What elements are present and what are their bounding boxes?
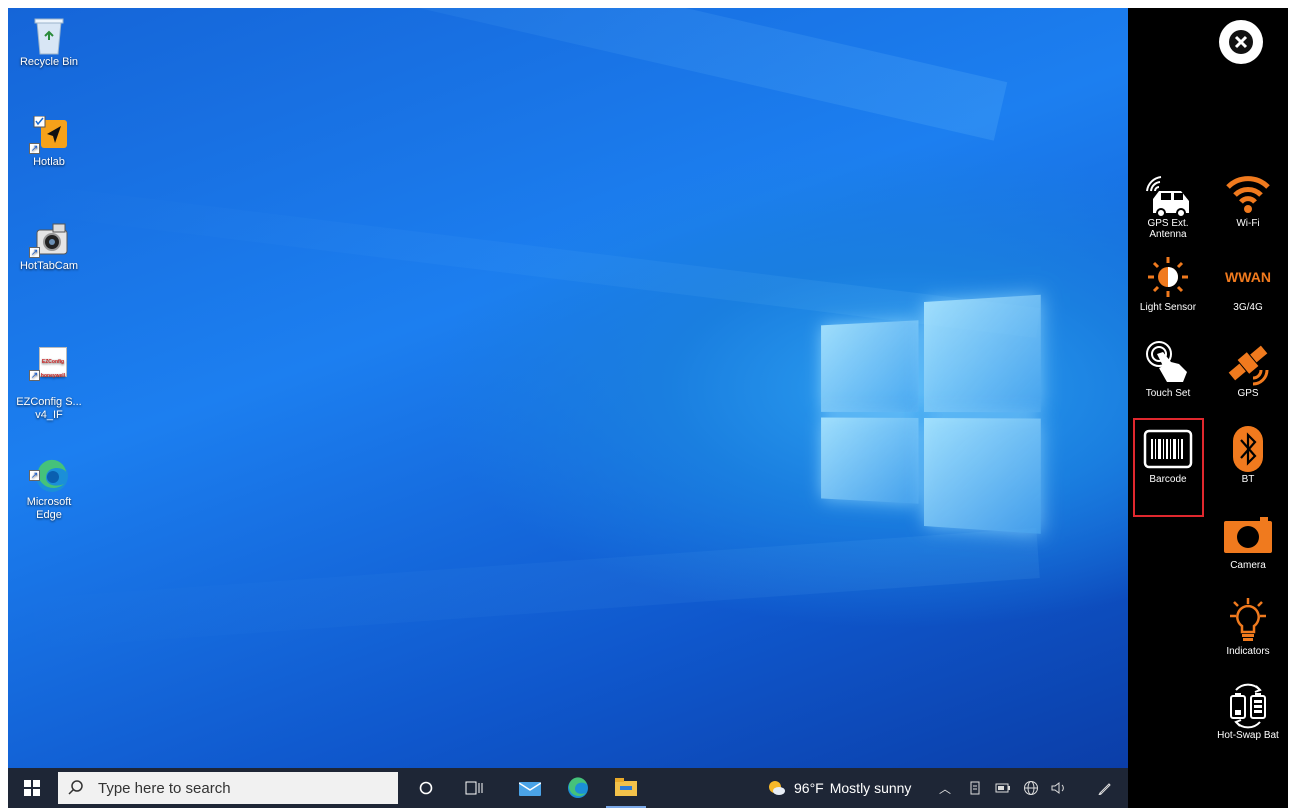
tile-wifi[interactable]: Wi-Fi xyxy=(1212,168,1284,244)
desktop-icon-label: Microsoft Edge xyxy=(27,496,72,521)
taskbar: Type here to search 96°F Mostly sunny ︿ xyxy=(8,768,1128,808)
camera-icon xyxy=(1222,515,1274,555)
tile-camera[interactable]: Camera xyxy=(1212,510,1284,586)
network-icon xyxy=(1023,780,1039,796)
desktop-icon-hotlab[interactable]: ↗ Hotlab xyxy=(12,116,86,169)
gps-antenna-car-icon xyxy=(1141,169,1195,217)
barcode-icon xyxy=(1143,429,1193,469)
file-explorer-taskbar-button[interactable] xyxy=(606,768,646,808)
weather-condition: Mostly sunny xyxy=(830,780,912,796)
shortcut-arrow-icon: ↗ xyxy=(29,370,40,381)
ezconfig-badge-bottom: honeywell xyxy=(40,373,66,380)
satellite-icon xyxy=(1223,338,1273,388)
tile-gps[interactable]: GPS xyxy=(1212,338,1284,414)
battery-icon xyxy=(995,783,1011,793)
tile-label: BT xyxy=(1212,474,1284,485)
tile-indicators[interactable]: Indicators xyxy=(1212,596,1284,672)
tile-label: Indicators xyxy=(1212,646,1284,657)
shortcut-arrow-icon: ↗ xyxy=(29,143,40,154)
edge-taskbar-button[interactable] xyxy=(558,768,598,808)
tile-label: GPS xyxy=(1212,388,1284,399)
tablet-mode-button[interactable] xyxy=(964,768,986,808)
tile-touch-set[interactable]: Touch Set xyxy=(1132,338,1204,414)
bluetooth-icon xyxy=(1232,425,1264,473)
tile-label: Wi-Fi xyxy=(1212,218,1284,229)
close-icon xyxy=(1226,27,1256,57)
shortcut-arrow-icon: ↗ xyxy=(29,247,40,258)
tile-label: Touch Set xyxy=(1132,388,1204,399)
tile-hot-swap-battery[interactable]: Hot-Swap Bat xyxy=(1212,680,1284,756)
ezconfig-badge-top: EZConfig xyxy=(40,359,66,366)
volume-icon xyxy=(1051,781,1067,795)
wifi-icon xyxy=(1225,171,1271,215)
shortcut-arrow-icon: ↗ xyxy=(29,470,40,481)
volume-tray-button[interactable] xyxy=(1048,768,1070,808)
hot-swap-battery-icon xyxy=(1226,680,1270,730)
desktop-icon-microsoft-edge[interactable]: ↗ Microsoft Edge xyxy=(12,430,86,522)
wwan-icon: WWAN xyxy=(1225,269,1271,285)
tile-label: Barcode xyxy=(1132,474,1204,485)
edge-icon xyxy=(567,777,589,799)
tablet-icon xyxy=(970,781,980,795)
desktop-icon-ezconfig[interactable]: EZConfig honeywell ↗ EZConfig S... v4_IF xyxy=(12,330,86,422)
tile-gps-ext-antenna[interactable]: GPS Ext. Antenna xyxy=(1132,168,1204,244)
camera-app-icon: ↗ xyxy=(31,220,67,256)
taskbar-search-box[interactable]: Type here to search xyxy=(58,772,398,804)
cortana-circle-icon xyxy=(419,781,433,795)
mail-taskbar-button[interactable] xyxy=(510,768,550,808)
tile-label: Light Sensor xyxy=(1132,302,1204,313)
ezconfig-icon: EZConfig honeywell ↗ xyxy=(31,343,67,379)
light-sensor-icon xyxy=(1144,253,1192,301)
desktop-icon-hottabcam[interactable]: ↗ HotTabCam xyxy=(12,220,86,273)
hotlab-icon: ↗ xyxy=(31,116,67,152)
weather-temp: 96°F xyxy=(794,780,824,796)
close-panel-button[interactable] xyxy=(1219,20,1263,64)
tile-label: 3G/4G xyxy=(1212,302,1284,313)
windows-start-icon xyxy=(24,780,40,796)
tile-label: Camera xyxy=(1212,560,1284,571)
cortana-button[interactable] xyxy=(406,768,446,808)
weather-widget[interactable]: 96°F Mostly sunny xyxy=(766,768,911,808)
chevron-up-icon: ︿ xyxy=(939,780,951,797)
desktop-icon-label: Hotlab xyxy=(33,156,65,168)
lightbulb-icon xyxy=(1226,596,1270,646)
touch-hand-icon xyxy=(1143,338,1193,388)
mail-icon xyxy=(519,780,541,796)
battery-tray-button[interactable] xyxy=(992,768,1014,808)
desktop-icon-label: HotTabCam xyxy=(20,260,78,272)
tile-3g-4g[interactable]: WWAN 3G/4G xyxy=(1212,252,1284,328)
desktop-icon-label: Recycle Bin xyxy=(20,56,78,68)
file-explorer-icon xyxy=(615,778,637,796)
search-icon xyxy=(68,780,84,796)
task-view-button[interactable] xyxy=(454,768,494,808)
task-view-icon xyxy=(465,781,483,795)
start-button[interactable] xyxy=(8,768,56,808)
search-placeholder: Type here to search xyxy=(98,780,231,797)
edge-icon: ↗ xyxy=(31,443,67,479)
pen-workspace-button[interactable] xyxy=(1094,768,1116,808)
desktop: Recycle Bin ↗ Hotlab ↗ HotTabCam EZConfi… xyxy=(8,8,1128,768)
tile-bluetooth[interactable]: BT xyxy=(1212,424,1284,500)
network-tray-button[interactable] xyxy=(1020,768,1042,808)
hottab-side-panel: GPS Ext. Antenna Wi-Fi Light Sensor WWAN… xyxy=(1128,8,1288,808)
pen-icon xyxy=(1098,781,1112,795)
sun-cloud-icon xyxy=(766,778,786,798)
tile-light-sensor[interactable]: Light Sensor xyxy=(1132,252,1204,328)
desktop-icon-label: EZConfig S... v4_IF xyxy=(16,396,81,421)
desktop-icon-recycle-bin[interactable]: Recycle Bin xyxy=(12,16,86,69)
show-hidden-icons-button[interactable]: ︿ xyxy=(934,768,956,808)
recycle-bin-icon xyxy=(31,16,67,52)
tile-barcode[interactable]: Barcode xyxy=(1132,424,1204,500)
tile-label: GPS Ext. Antenna xyxy=(1132,218,1204,240)
windows-logo-wallpaper xyxy=(821,282,1041,538)
tile-label: Hot-Swap Bat xyxy=(1212,730,1284,741)
